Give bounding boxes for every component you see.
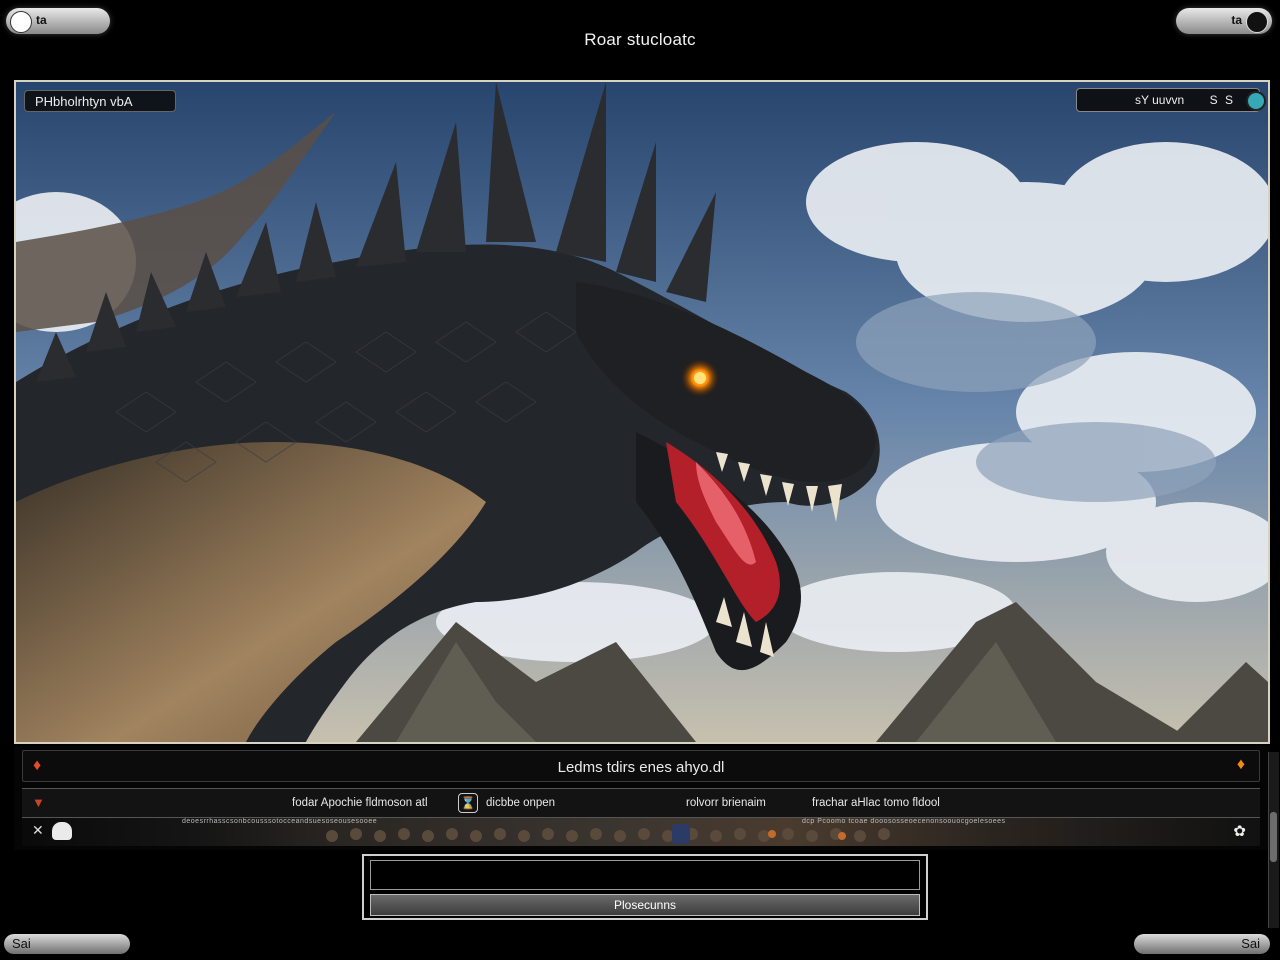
scrollbar-thumb[interactable] [1270,812,1277,862]
panel-caption: Ledms tdirs enes ahyo.dl [557,759,725,776]
bottom-left-control[interactable]: Sai [4,934,130,954]
panel-row-crowd: deoesrrhasscsonbcousssotocceandsuesoseou… [22,818,1260,846]
toggle-knob-icon [1246,11,1268,33]
person-icon[interactable] [52,822,72,840]
entry-dialog: Plosecunns [362,854,928,920]
bottom-left-glyph: Sai [12,936,31,951]
title-bar: ta Roar stucloatc ta [0,0,1280,80]
info-cell-4: frachar aHlac tomo fldool [812,797,940,809]
status-text: sY uuvvn [1135,93,1185,107]
bottom-panel: ♦ Ledms tdirs enes ahyo.dl ♦ ▼ fodar Apo… [14,746,1270,850]
status-knob-icon[interactable] [1246,91,1266,111]
bottom-right-glyph: Sai [1241,936,1260,951]
window-title: Roar stucloatc [584,30,696,49]
viewport-label: PHbholrhtyn vbA [24,90,176,112]
hourglass-icon[interactable]: ⌛ [458,793,478,813]
viewport-status[interactable]: sY uuvvn S S [1076,88,1266,112]
info-cell-2: dicbbe onpen [486,797,556,809]
status-dots: S S [1209,93,1235,107]
top-right-control[interactable]: ta [1176,8,1272,34]
vertical-scrollbar[interactable] [1268,752,1279,928]
swirl-icon[interactable]: ✿ [1233,822,1246,840]
panel-row-caption[interactable]: ♦ Ledms tdirs enes ahyo.dl ♦ [22,750,1260,782]
submit-button[interactable]: Plosecunns [370,894,920,916]
game-viewport[interactable]: PHbholrhtyn vbA sY uuvvn S S [14,80,1270,744]
dragon-scene [16,82,1268,742]
flame-icon[interactable]: ✕ [32,822,44,839]
info-cell-1: fodar Apochie fldmoson atl [292,797,428,809]
flame-icon[interactable]: ▼ [32,795,45,810]
panel-row-info: ▼ fodar Apochie fldmoson atl ⌛ dicbbe on… [22,788,1260,818]
info-cell-3: rolvorr brienaim [686,797,766,809]
crowd-strip [326,824,890,844]
flame-icon[interactable]: ♦ [1237,756,1245,774]
entry-input[interactable] [370,860,920,890]
bottom-right-control[interactable]: Sai [1134,934,1270,954]
top-left-glyph: ta [36,13,47,27]
top-right-glyph: ta [1231,13,1242,27]
